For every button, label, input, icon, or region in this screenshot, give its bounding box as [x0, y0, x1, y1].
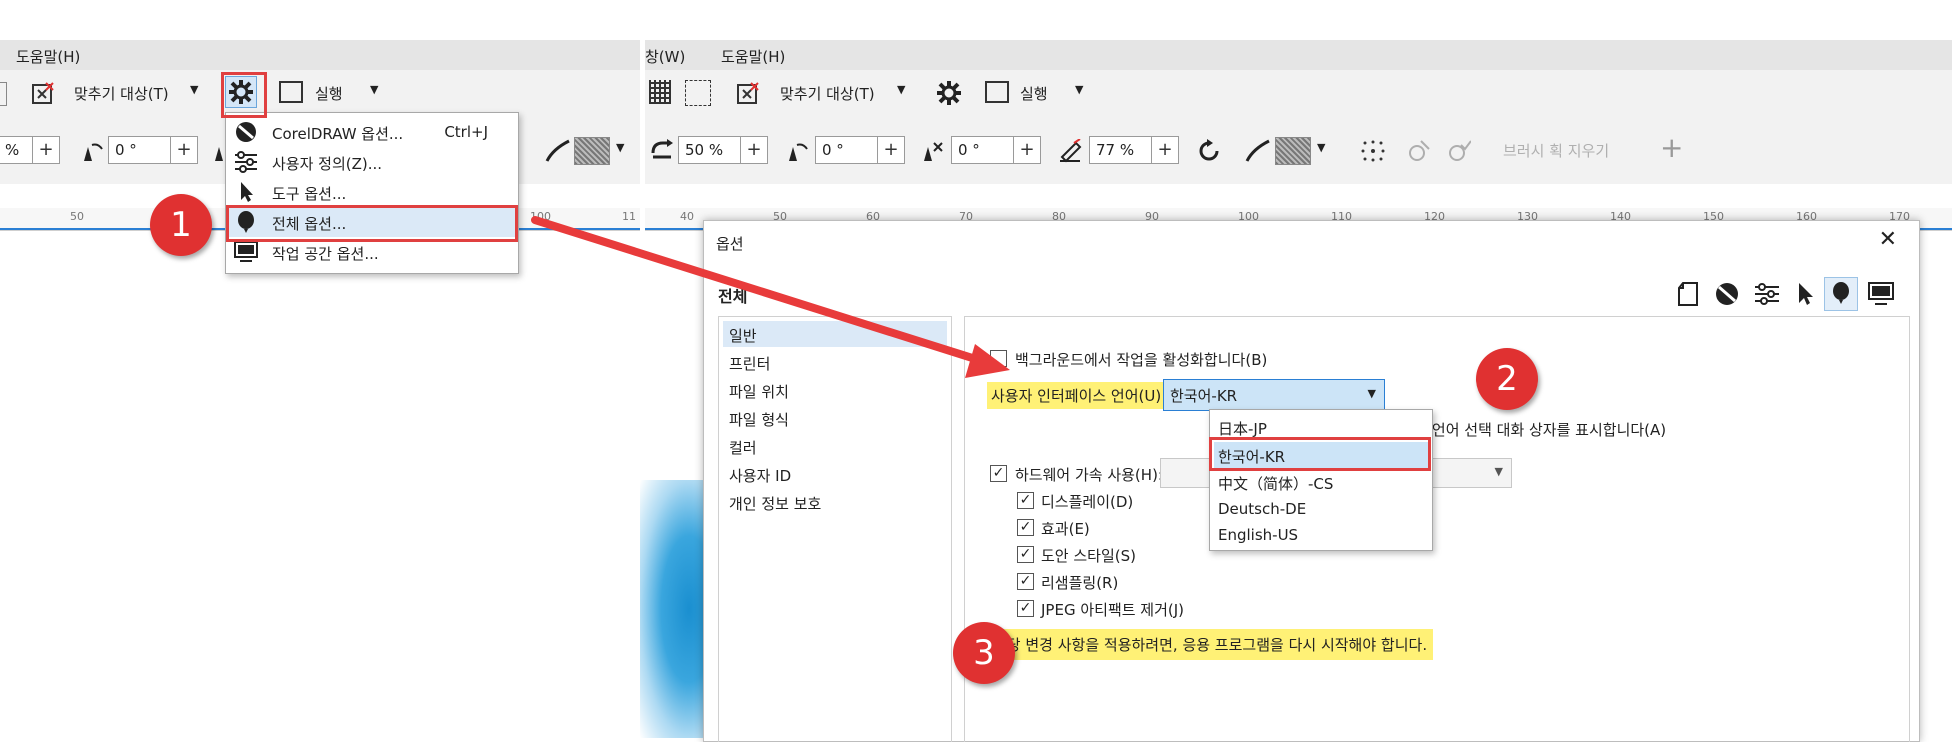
step-badge-1: 1 — [150, 194, 212, 256]
arrow-shaft — [531, 216, 989, 366]
arrow-head — [965, 344, 1010, 378]
step-badge-3: 3 — [953, 622, 1015, 684]
step-badge-2: 2 — [1476, 348, 1538, 410]
